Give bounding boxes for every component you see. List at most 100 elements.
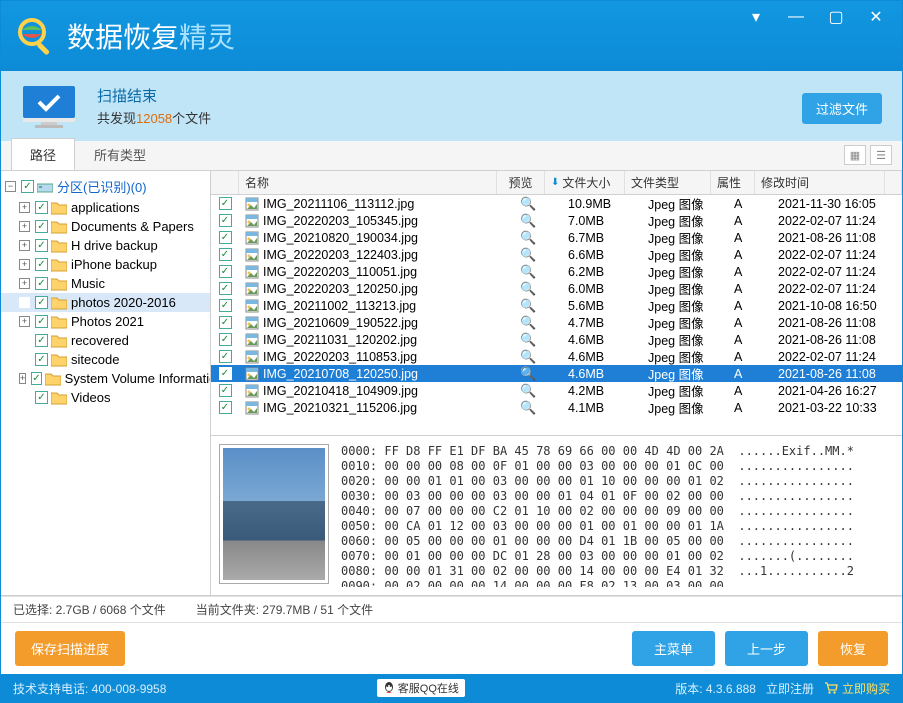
file-row[interactable]: ✓IMG_20210708_120250.jpg🔍4.6MBJpeg 图像A20… [211, 365, 902, 382]
expand-icon[interactable]: + [19, 316, 30, 327]
checkbox-icon[interactable]: ✓ [219, 350, 232, 363]
tree-item[interactable]: +✓applications [1, 198, 210, 217]
file-attr: A [728, 367, 772, 381]
checkbox-icon[interactable]: ✓ [219, 282, 232, 295]
checkbox-icon[interactable]: ✓ [219, 214, 232, 227]
checkbox-icon[interactable]: ✓ [219, 299, 232, 312]
magnifier-icon[interactable]: 🔍 [520, 213, 536, 228]
checkbox-icon[interactable]: ✓ [35, 391, 48, 404]
checkbox-icon[interactable]: ✓ [219, 248, 232, 261]
expand-icon[interactable]: + [19, 278, 30, 289]
folder-tree[interactable]: − ✓ 分区(已识别)(0) +✓applications+✓Documents… [1, 171, 211, 595]
tree-item[interactable]: +✓System Volume Information [1, 369, 210, 388]
collapse-icon[interactable]: − [5, 181, 16, 192]
tree-item[interactable]: ✓photos 2020-2016 [1, 293, 210, 312]
checkbox-icon[interactable]: ✓ [219, 265, 232, 278]
column-name[interactable]: 名称 [239, 171, 497, 194]
maximize-icon[interactable]: ▢ [816, 3, 856, 31]
tree-item[interactable]: +✓H drive backup [1, 236, 210, 255]
expand-icon[interactable]: + [19, 221, 30, 232]
checkbox-icon[interactable]: ✓ [35, 353, 48, 366]
magnifier-icon[interactable]: 🔍 [520, 315, 536, 330]
dropdown-icon[interactable]: ▾ [736, 3, 776, 31]
file-row[interactable]: ✓IMG_20220203_122403.jpg🔍6.6MBJpeg 图像A20… [211, 246, 902, 263]
checkbox-icon[interactable]: ✓ [219, 197, 232, 210]
checkbox-icon[interactable]: ✓ [219, 316, 232, 329]
tree-item[interactable]: +✓Photos 2021 [1, 312, 210, 331]
tree-item[interactable]: ✓sitecode [1, 350, 210, 369]
file-row[interactable]: ✓IMG_20211002_113213.jpg🔍5.6MBJpeg 图像A20… [211, 297, 902, 314]
expand-icon[interactable]: + [19, 259, 30, 270]
qq-support-button[interactable]: 客服QQ在线 [377, 679, 465, 697]
file-row[interactable]: ✓IMG_20211031_120202.jpg🔍4.6MBJpeg 图像A20… [211, 331, 902, 348]
column-preview[interactable]: 预览 [497, 171, 545, 194]
tree-root[interactable]: − ✓ 分区(已识别)(0) [1, 175, 210, 198]
save-progress-button[interactable]: 保存扫描进度 [15, 631, 125, 666]
magnifier-icon[interactable]: 🔍 [520, 247, 536, 262]
magnifier-icon[interactable]: 🔍 [520, 230, 536, 245]
magnifier-icon[interactable]: 🔍 [520, 281, 536, 296]
column-date[interactable]: 修改时间 [755, 171, 885, 194]
file-attr: A [728, 231, 772, 245]
column-type[interactable]: 文件类型 [625, 171, 711, 194]
checkbox-icon[interactable]: ✓ [35, 334, 48, 347]
checkbox-icon[interactable]: ✓ [219, 401, 232, 414]
buy-link[interactable]: 立即购买 [824, 680, 890, 697]
file-row[interactable]: ✓IMG_20220203_110853.jpg🔍4.6MBJpeg 图像A20… [211, 348, 902, 365]
file-row[interactable]: ✓IMG_20220203_105345.jpg🔍7.0MBJpeg 图像A20… [211, 212, 902, 229]
magnifier-icon[interactable]: 🔍 [520, 400, 536, 415]
expand-icon[interactable]: + [19, 240, 30, 251]
column-size[interactable]: ⬇文件大小 [545, 171, 625, 194]
checkbox-icon[interactable]: ✓ [35, 315, 48, 328]
file-row[interactable]: ✓IMG_20220203_120250.jpg🔍6.0MBJpeg 图像A20… [211, 280, 902, 297]
minimize-icon[interactable]: — [776, 3, 816, 31]
checkbox-icon[interactable]: ✓ [35, 201, 48, 214]
checkbox-icon[interactable]: ✓ [35, 220, 48, 233]
tree-item[interactable]: +✓Music [1, 274, 210, 293]
checkbox-icon[interactable]: ✓ [35, 296, 48, 309]
checkbox-icon[interactable]: ✓ [21, 180, 34, 193]
checkbox-icon[interactable]: ✓ [31, 372, 41, 385]
checkbox-header[interactable] [211, 171, 239, 194]
filter-files-button[interactable]: 过滤文件 [802, 93, 882, 124]
expand-icon[interactable]: + [19, 202, 30, 213]
file-date: 2021-08-26 11:08 [772, 333, 902, 347]
magnifier-icon[interactable]: 🔍 [520, 349, 536, 364]
main-menu-button[interactable]: 主菜单 [632, 631, 715, 666]
magnifier-icon[interactable]: 🔍 [520, 264, 536, 279]
file-attr: A [728, 401, 772, 415]
column-attr[interactable]: 属性 [711, 171, 755, 194]
tree-item[interactable]: ✓recovered [1, 331, 210, 350]
list-view-icon[interactable]: ☰ [870, 145, 892, 165]
checkbox-icon[interactable]: ✓ [219, 231, 232, 244]
tab-all-types[interactable]: 所有类型 [75, 138, 165, 170]
magnifier-icon[interactable]: 🔍 [520, 332, 536, 347]
expand-icon[interactable]: + [19, 373, 26, 384]
file-row[interactable]: ✓IMG_20210609_190522.jpg🔍4.7MBJpeg 图像A20… [211, 314, 902, 331]
magnifier-icon[interactable]: 🔍 [520, 196, 536, 211]
tree-item[interactable]: +✓Documents & Papers [1, 217, 210, 236]
file-list-body[interactable]: ✓IMG_20211106_113112.jpg🔍10.9MBJpeg 图像A2… [211, 195, 902, 435]
file-row[interactable]: ✓IMG_20210321_115206.jpg🔍4.1MBJpeg 图像A20… [211, 399, 902, 416]
checkbox-icon[interactable]: ✓ [219, 367, 232, 380]
magnifier-icon[interactable]: 🔍 [520, 298, 536, 313]
magnifier-icon[interactable]: 🔍 [520, 383, 536, 398]
tree-item[interactable]: ✓Videos [1, 388, 210, 407]
checkbox-icon[interactable]: ✓ [35, 258, 48, 271]
close-icon[interactable]: ✕ [856, 3, 896, 31]
recover-button[interactable]: 恢复 [818, 631, 888, 666]
checkbox-icon[interactable]: ✓ [35, 239, 48, 252]
checkbox-icon[interactable]: ✓ [219, 333, 232, 346]
checkbox-icon[interactable]: ✓ [35, 277, 48, 290]
magnifier-icon[interactable]: 🔍 [520, 366, 536, 381]
tree-item[interactable]: +✓iPhone backup [1, 255, 210, 274]
prev-step-button[interactable]: 上一步 [725, 631, 808, 666]
file-row[interactable]: ✓IMG_20211106_113112.jpg🔍10.9MBJpeg 图像A2… [211, 195, 902, 212]
grid-view-icon[interactable]: ▦ [844, 145, 866, 165]
file-row[interactable]: ✓IMG_20210418_104909.jpg🔍4.2MBJpeg 图像A20… [211, 382, 902, 399]
tab-path[interactable]: 路径 [11, 138, 75, 170]
file-row[interactable]: ✓IMG_20220203_110051.jpg🔍6.2MBJpeg 图像A20… [211, 263, 902, 280]
file-row[interactable]: ✓IMG_20210820_190034.jpg🔍6.7MBJpeg 图像A20… [211, 229, 902, 246]
register-link[interactable]: 立即注册 [766, 680, 814, 697]
checkbox-icon[interactable]: ✓ [219, 384, 232, 397]
